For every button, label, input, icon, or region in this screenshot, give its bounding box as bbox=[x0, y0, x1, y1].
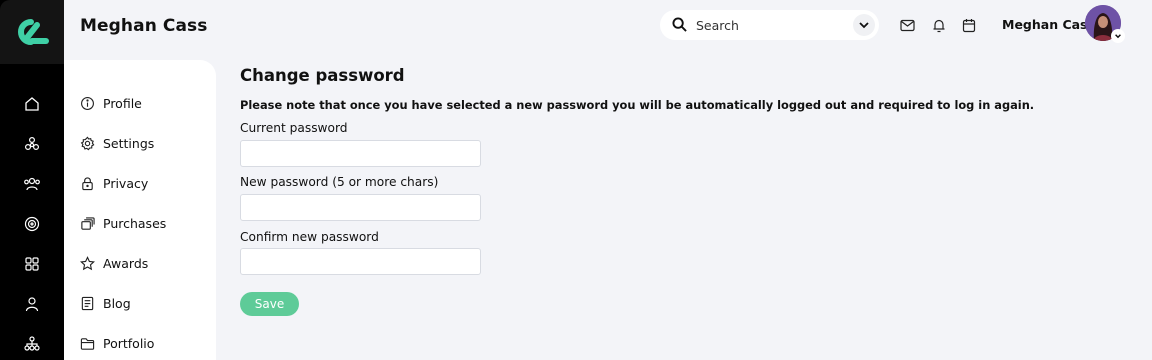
target-icon[interactable] bbox=[22, 214, 42, 234]
gear-icon bbox=[80, 136, 95, 150]
search-box[interactable] bbox=[660, 10, 879, 40]
sidebar-item-label: Profile bbox=[103, 95, 142, 111]
current-password-field[interactable] bbox=[240, 140, 481, 167]
new-password-field[interactable] bbox=[240, 194, 481, 221]
header-user-name[interactable]: Meghan Cass bbox=[1002, 17, 1095, 32]
people-icon[interactable] bbox=[22, 174, 42, 194]
sidebar-item-awards[interactable]: Awards bbox=[80, 253, 148, 273]
mail-icon[interactable] bbox=[899, 17, 915, 33]
current-password-label: Current password bbox=[240, 121, 348, 135]
search-icon bbox=[672, 17, 687, 36]
home-icon[interactable] bbox=[22, 94, 42, 114]
page-title: Change password bbox=[240, 66, 405, 85]
sidebar-item-label: Blog bbox=[103, 295, 131, 311]
confirm-password-field[interactable] bbox=[240, 248, 481, 275]
sidebar-item-blog[interactable]: Blog bbox=[80, 293, 131, 313]
search-dropdown-button[interactable] bbox=[853, 14, 875, 36]
bell-icon[interactable] bbox=[931, 17, 947, 33]
sidebar-item-label: Privacy bbox=[103, 175, 149, 191]
sidebar-item-profile[interactable]: Profile bbox=[80, 93, 142, 113]
save-button[interactable]: Save bbox=[240, 292, 299, 316]
page-user-title: Meghan Cass bbox=[80, 16, 208, 36]
confirm-password-label: Confirm new password bbox=[240, 230, 379, 244]
info-icon bbox=[81, 96, 94, 110]
sidebar-item-label: Portfolio bbox=[103, 335, 155, 351]
sidebar-item-label: Awards bbox=[103, 255, 149, 271]
notice-text: Please note that once you have selected … bbox=[240, 98, 1035, 112]
top-bar: Meghan Cass Meghan Cass bbox=[64, 0, 1152, 56]
star-icon bbox=[80, 255, 95, 270]
sidebar-item-portfolio[interactable]: Portfolio bbox=[80, 333, 154, 353]
lock-icon bbox=[82, 176, 93, 190]
document-icon bbox=[81, 296, 94, 310]
network-icon[interactable] bbox=[22, 134, 42, 154]
sidebar-item-label: Purchases bbox=[103, 215, 167, 231]
chevron-down-icon bbox=[859, 22, 869, 29]
sidebar-item-settings[interactable]: Settings bbox=[80, 133, 154, 153]
stack-icon bbox=[81, 216, 95, 230]
nav-rail bbox=[0, 0, 64, 360]
settings-sidebar: Profile Settings Privacy Purchases Award… bbox=[64, 60, 216, 360]
sidebar-item-privacy[interactable]: Privacy bbox=[80, 173, 148, 193]
chevron-down-icon bbox=[1115, 34, 1121, 39]
new-password-label: New password (5 or more chars) bbox=[240, 175, 439, 189]
sidebar-item-purchases[interactable]: Purchases bbox=[80, 213, 166, 233]
folder-icon bbox=[80, 337, 95, 350]
sidebar-item-label: Settings bbox=[103, 135, 155, 151]
brand-logo[interactable] bbox=[0, 0, 64, 64]
org-chart-icon[interactable] bbox=[22, 334, 42, 354]
avatar-menu-button[interactable] bbox=[1111, 29, 1125, 43]
calendar-icon[interactable] bbox=[961, 17, 977, 33]
apps-icon[interactable] bbox=[22, 254, 42, 274]
user-icon[interactable] bbox=[22, 294, 42, 314]
search-input[interactable] bbox=[696, 15, 836, 35]
